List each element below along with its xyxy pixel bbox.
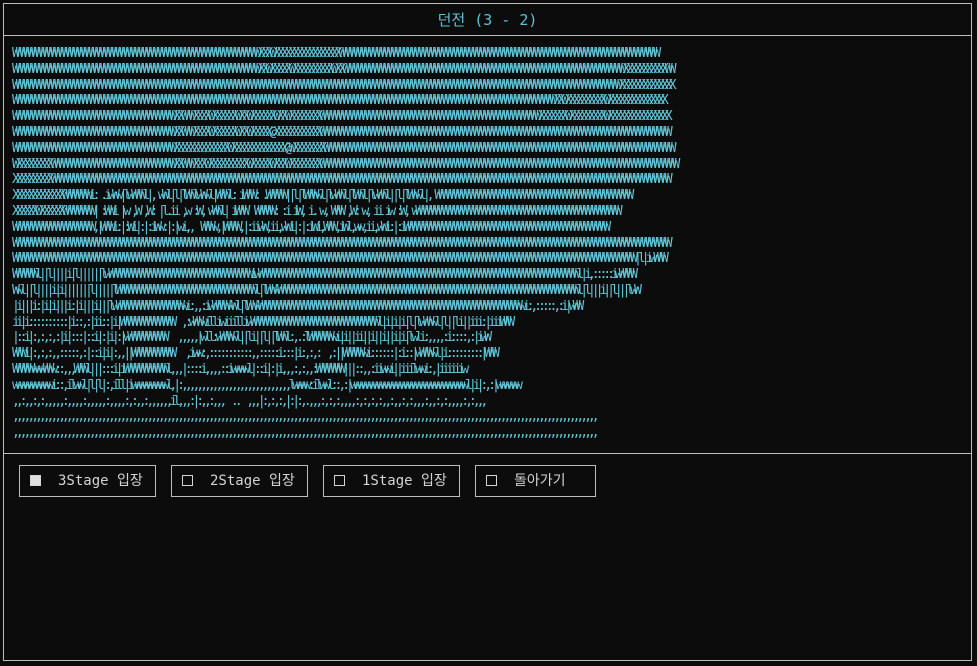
selected-checkbox-icon <box>30 475 41 486</box>
button-label: 돌아가기 <box>514 473 566 489</box>
stage-1-enter-button[interactable]: 1Stage 입장 <box>323 465 460 497</box>
window-title: 던전 (3 - 2) <box>4 4 971 36</box>
stage-3-enter-button[interactable]: 3Stage 입장 <box>19 465 156 497</box>
stage-2-enter-button[interactable]: 2Stage 입장 <box>171 465 308 497</box>
go-back-button[interactable]: 돌아가기 <box>475 465 596 497</box>
dungeon-art-panel: WWWWWWWWWWWWWWWWWWWWWWWWWWWWWWWWWWWWWWWW… <box>4 36 971 454</box>
button-label: 3Stage 입장 <box>58 473 143 489</box>
button-label: 2Stage 입장 <box>210 473 295 489</box>
game-window: 던전 (3 - 2) WWWWWWWWWWWWWWWWWWWWWWWWWWWWW… <box>3 3 972 661</box>
button-label: 1Stage 입장 <box>362 473 447 489</box>
checkbox-icon <box>334 475 345 486</box>
ascii-art-scene: WWWWWWWWWWWWWWWWWWWWWWWWWWWWWWWWWWWWWWWW… <box>12 46 680 441</box>
checkbox-icon <box>486 475 497 486</box>
checkbox-icon <box>182 475 193 486</box>
